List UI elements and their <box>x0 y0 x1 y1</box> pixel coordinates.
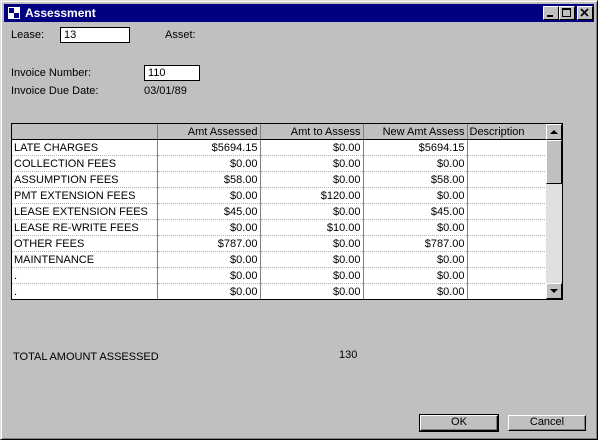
grid-scrollbar[interactable] <box>546 124 562 299</box>
amt-assessed-cell[interactable]: $0.00 <box>157 283 261 299</box>
ok-button[interactable]: OK <box>419 414 499 432</box>
cancel-button[interactable]: Cancel <box>508 415 586 431</box>
description-cell[interactable] <box>467 139 548 156</box>
invoice-number-field[interactable]: 110 <box>144 65 200 81</box>
table-row[interactable]: LATE CHARGES $5694.15 $0.00 $5694.15 <box>12 139 548 156</box>
close-button[interactable] <box>577 6 593 20</box>
invoice-due-date-value: 03/01/89 <box>144 85 187 97</box>
close-icon <box>580 8 589 17</box>
amt-assessed-cell[interactable]: $787.00 <box>157 235 261 252</box>
col-header-description[interactable]: Description <box>467 124 548 140</box>
amt-to-assess-cell[interactable]: $0.00 <box>260 267 364 284</box>
arrow-down-icon <box>550 289 558 293</box>
col-header-amt-to-assess[interactable]: Amt to Assess <box>260 124 364 140</box>
amt-to-assess-cell[interactable]: $0.00 <box>260 139 364 156</box>
description-cell[interactable] <box>467 203 548 220</box>
row-label-cell[interactable]: LEASE EXTENSION FEES <box>12 203 158 220</box>
col-header-amt-assessed[interactable]: Amt Assessed <box>157 124 261 140</box>
table-row[interactable]: . $0.00 $0.00 $0.00 <box>12 267 548 284</box>
new-amt-assess-cell[interactable]: $0.00 <box>363 187 468 204</box>
amt-assessed-cell[interactable]: $0.00 <box>157 187 261 204</box>
description-cell[interactable] <box>467 235 548 252</box>
new-amt-assess-cell[interactable]: $0.00 <box>363 283 468 299</box>
asset-label: Asset: <box>165 29 196 41</box>
table-row[interactable]: PMT EXTENSION FEES $0.00 $120.00 $0.00 <box>12 187 548 204</box>
title-bar[interactable]: Assessment <box>4 4 594 22</box>
amt-to-assess-cell[interactable]: $10.00 <box>260 219 364 236</box>
row-label-cell[interactable]: OTHER FEES <box>12 235 158 252</box>
row-label-cell[interactable]: . <box>12 283 158 299</box>
scroll-down-button[interactable] <box>546 283 562 299</box>
arrow-up-icon <box>550 130 558 134</box>
description-cell[interactable] <box>467 171 548 188</box>
grid-header-row: Amt Assessed Amt to Assess New Amt Asses… <box>12 124 548 140</box>
amt-assessed-cell[interactable]: $0.00 <box>157 219 261 236</box>
table-row[interactable]: LEASE RE-WRITE FEES $0.00 $10.00 $0.00 <box>12 219 548 236</box>
app-icon <box>8 7 20 19</box>
col-header-item[interactable] <box>12 124 158 140</box>
invoice-number-label: Invoice Number: <box>11 67 92 79</box>
amt-to-assess-cell[interactable]: $0.00 <box>260 283 364 299</box>
row-label-cell[interactable]: COLLECTION FEES <box>12 155 158 172</box>
amt-to-assess-cell[interactable]: $120.00 <box>260 187 364 204</box>
new-amt-assess-cell[interactable]: $45.00 <box>363 203 468 220</box>
table-row[interactable]: OTHER FEES $787.00 $0.00 $787.00 <box>12 235 548 252</box>
description-cell[interactable] <box>467 155 548 172</box>
scroll-thumb[interactable] <box>546 140 562 184</box>
description-cell[interactable] <box>467 219 548 236</box>
amt-to-assess-cell[interactable]: $0.00 <box>260 171 364 188</box>
invoice-due-date-label: Invoice Due Date: <box>11 85 99 97</box>
table-row[interactable]: COLLECTION FEES $0.00 $0.00 $0.00 <box>12 155 548 172</box>
new-amt-assess-cell[interactable]: $0.00 <box>363 267 468 284</box>
minimize-button[interactable] <box>543 6 559 20</box>
total-amount-label: TOTAL AMOUNT ASSESSED <box>13 351 159 363</box>
row-label-cell[interactable]: MAINTENANCE <box>12 251 158 268</box>
new-amt-assess-cell[interactable]: $5694.15 <box>363 139 468 156</box>
new-amt-assess-cell[interactable]: $0.00 <box>363 219 468 236</box>
scroll-up-button[interactable] <box>546 124 562 140</box>
row-label-cell[interactable]: LEASE RE-WRITE FEES <box>12 219 158 236</box>
amt-assessed-cell[interactable]: $0.00 <box>157 251 261 268</box>
row-label-cell[interactable]: PMT EXTENSION FEES <box>12 187 158 204</box>
total-amount-value: 130 <box>339 349 358 361</box>
minimize-icon <box>547 15 553 17</box>
amt-assessed-cell[interactable]: $0.00 <box>157 155 261 172</box>
maximize-button[interactable] <box>559 6 575 20</box>
new-amt-assess-cell[interactable]: $58.00 <box>363 171 468 188</box>
amt-assessed-cell[interactable]: $0.00 <box>157 267 261 284</box>
table-row[interactable]: . $0.00 $0.00 $0.00 <box>12 283 548 299</box>
amt-to-assess-cell[interactable]: $0.00 <box>260 203 364 220</box>
description-cell[interactable] <box>467 267 548 284</box>
description-cell[interactable] <box>467 251 548 268</box>
lease-label: Lease: <box>11 29 45 41</box>
table-row[interactable]: LEASE EXTENSION FEES $45.00 $0.00 $45.00 <box>12 203 548 220</box>
description-cell[interactable] <box>467 283 548 299</box>
maximize-icon <box>562 8 571 17</box>
amt-to-assess-cell[interactable]: $0.00 <box>260 251 364 268</box>
amt-to-assess-cell[interactable]: $0.00 <box>260 155 364 172</box>
amt-assessed-cell[interactable]: $58.00 <box>157 171 261 188</box>
lease-field[interactable]: 13 <box>60 27 130 43</box>
new-amt-assess-cell[interactable]: $0.00 <box>363 155 468 172</box>
amt-assessed-cell[interactable]: $45.00 <box>157 203 261 220</box>
table-row[interactable]: ASSUMPTION FEES $58.00 $0.00 $58.00 <box>12 171 548 188</box>
new-amt-assess-cell[interactable]: $787.00 <box>363 235 468 252</box>
row-label-cell[interactable]: ASSUMPTION FEES <box>12 171 158 188</box>
row-label-cell[interactable]: LATE CHARGES <box>12 139 158 156</box>
description-cell[interactable] <box>467 187 548 204</box>
amt-assessed-cell[interactable]: $5694.15 <box>157 139 261 156</box>
new-amt-assess-cell[interactable]: $0.00 <box>363 251 468 268</box>
amt-to-assess-cell[interactable]: $0.00 <box>260 235 364 252</box>
row-label-cell[interactable]: . <box>12 267 158 284</box>
table-row[interactable]: MAINTENANCE $0.00 $0.00 $0.00 <box>12 251 548 268</box>
assessment-window: Assessment Lease: 13 Asset: Invoice Numb… <box>0 0 598 440</box>
col-header-new-amt-assess[interactable]: New Amt Assess <box>363 124 468 140</box>
assessment-grid[interactable]: Amt Assessed Amt to Assess New Amt Asses… <box>11 123 563 300</box>
window-title: Assessment <box>25 6 96 20</box>
